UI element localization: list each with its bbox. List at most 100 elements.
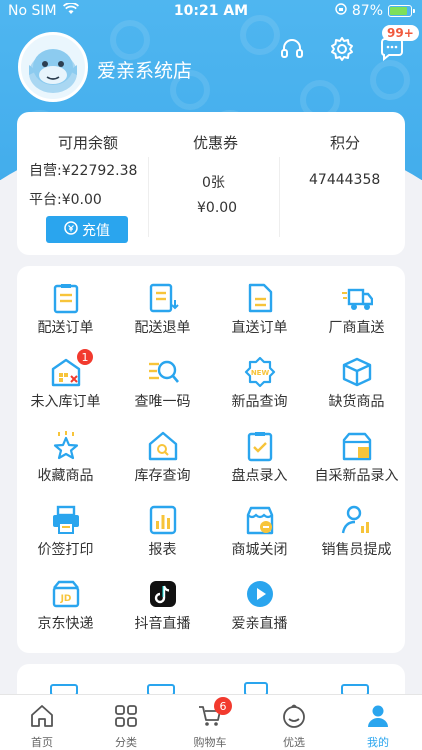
grid-item[interactable]: 配送退单 [114,266,211,340]
fast-truck-icon [342,288,373,310]
gear-icon[interactable] [327,34,357,64]
user-icon [368,705,388,727]
grid-item[interactable]: 库存查询 [114,414,211,488]
grid-item-label: 查唯一码 [134,394,191,410]
star-icon [53,431,79,460]
grid-item-label: 爱亲直播 [231,616,288,632]
divider [148,157,149,237]
points-title[interactable]: 积分 [330,132,360,153]
smile-icon [283,704,305,728]
grid-item-label: 缺货商品 [328,394,385,410]
feature-grid: 配送订单 配送退单 直送订单 厂商直送未入库订单 1 查唯一码 NEW 新品查询 缺货商品收藏商… [17,266,405,653]
document-icon [248,283,273,313]
coupon-count: 0张 [202,175,225,191]
grid-item[interactable]: 未入库订单 1 [17,340,114,414]
tab-home[interactable]: 首页 [0,695,84,750]
grid-item-label: 收藏商品 [37,468,94,484]
grid-item-label: 盘点录入 [231,468,288,484]
points-value: 47444358 [309,172,381,188]
grid-item-label: 新品查询 [231,394,288,410]
box-icon [342,357,372,387]
shop-closed-icon [246,506,274,535]
message-badge: 99+ [382,25,419,41]
tab-category-label: 分类 [115,736,137,749]
cart-badge: 6 [214,697,232,715]
tab-cart-label: 购物车 [193,736,227,749]
grid-item[interactable]: 查唯一码 [114,340,211,414]
grid-item-label: 自采新品录入 [314,468,399,484]
clipboard-list-icon [53,284,79,314]
grid-item[interactable]: 直送订单 [211,266,308,340]
tab-featured-label: 优选 [283,736,305,749]
balance-card: 可用余额 自营:¥22792.38 平台:¥0.00 充值 优惠券 0张 ¥0.… [17,112,405,255]
grid-item-label: 未入库订单 [30,394,101,410]
tiktok-icon [150,581,176,607]
recharge-button[interactable]: 充值 [46,216,128,243]
platform-balance: 平台:¥0.00 [29,192,102,208]
battery-charging-icon [388,5,415,17]
battery-percent: 87% [351,3,383,19]
svg-text:JD: JD [60,594,72,604]
tab-bar: 首页 分类 6 购物车 优选 我的 [0,694,422,750]
tab-cart[interactable]: 6 购物车 [168,695,252,750]
grid-item-label: 厂商直送 [328,320,385,336]
grid-item[interactable]: 缺货商品 [308,340,405,414]
return-list-icon [149,283,179,313]
home-icon [31,705,53,727]
grid-item-label: 抖音直播 [134,616,191,632]
grid-item[interactable]: 价签打印 [17,488,114,562]
search-code-icon [149,360,179,383]
grid-item[interactable]: 抖音直播 [114,562,211,636]
recharge-icon [64,220,78,239]
recharge-label: 充值 [82,222,110,239]
new-badge-icon: NEW [244,356,276,388]
grid-item-label: 配送订单 [37,320,94,336]
salesperson-chart-icon [341,505,369,534]
grid-item[interactable]: 爱亲直播 [211,562,308,636]
register-box-icon [342,432,372,461]
grid-item[interactable]: 自采新品录入 [308,414,405,488]
headset-icon[interactable] [277,34,307,64]
grid-item[interactable]: NEW 新品查询 [211,340,308,414]
grid-item[interactable]: 厂商直送 [308,266,405,340]
grid-item-label: 京东快递 [37,616,94,632]
grid-item-label: 直送订单 [231,320,288,336]
grid-item-label: 价签打印 [37,542,94,558]
avatar[interactable] [18,32,88,102]
house-search-icon [148,431,178,461]
status-bar: No SIM 10:21 AM 87% [0,0,422,24]
tab-home-label: 首页 [31,736,53,749]
grid-item[interactable]: 收藏商品 [17,414,114,488]
self-operated-balance: 自营:¥22792.38 [29,163,138,179]
live-play-icon [247,581,273,607]
grid-item[interactable]: 商城关闭 [211,488,308,562]
grid-item-badge: 1 [76,348,94,366]
grid-item-label: 库存查询 [134,468,191,484]
grid-item[interactable]: JD 京东快递 [17,562,114,636]
jd-express-icon: JD [52,580,80,608]
orientation-lock-icon [335,3,347,19]
grid-item-label: 销售员提成 [321,542,392,558]
coupon-title[interactable]: 优惠券 [193,132,238,153]
coupon-amount: ¥0.00 [197,200,238,216]
grid-item[interactable]: 配送订单 [17,266,114,340]
divider [279,157,280,237]
available-balance-title: 可用余额 [58,134,119,152]
tab-category[interactable]: 分类 [84,695,168,750]
category-grid-icon [115,705,137,727]
partial-icons [50,682,369,696]
grid-item[interactable]: 报表 [114,488,211,562]
grid-item[interactable]: 盘点录入 [211,414,308,488]
grid-item[interactable]: 销售员提成 [308,488,405,562]
check-clipboard-icon [247,432,273,462]
grid-item-label: 商城关闭 [231,542,288,558]
bar-report-icon [149,505,177,535]
printer-icon [53,505,79,534]
grid-item-label: 报表 [148,542,177,558]
svg-text:NEW: NEW [251,369,270,377]
grid-item-label: 配送退单 [134,320,191,336]
tab-mine[interactable]: 我的 [336,695,420,750]
tab-featured[interactable]: 优选 [252,695,336,750]
shop-name: 爱亲系统店 [97,60,193,82]
tab-mine-label: 我的 [367,736,389,749]
